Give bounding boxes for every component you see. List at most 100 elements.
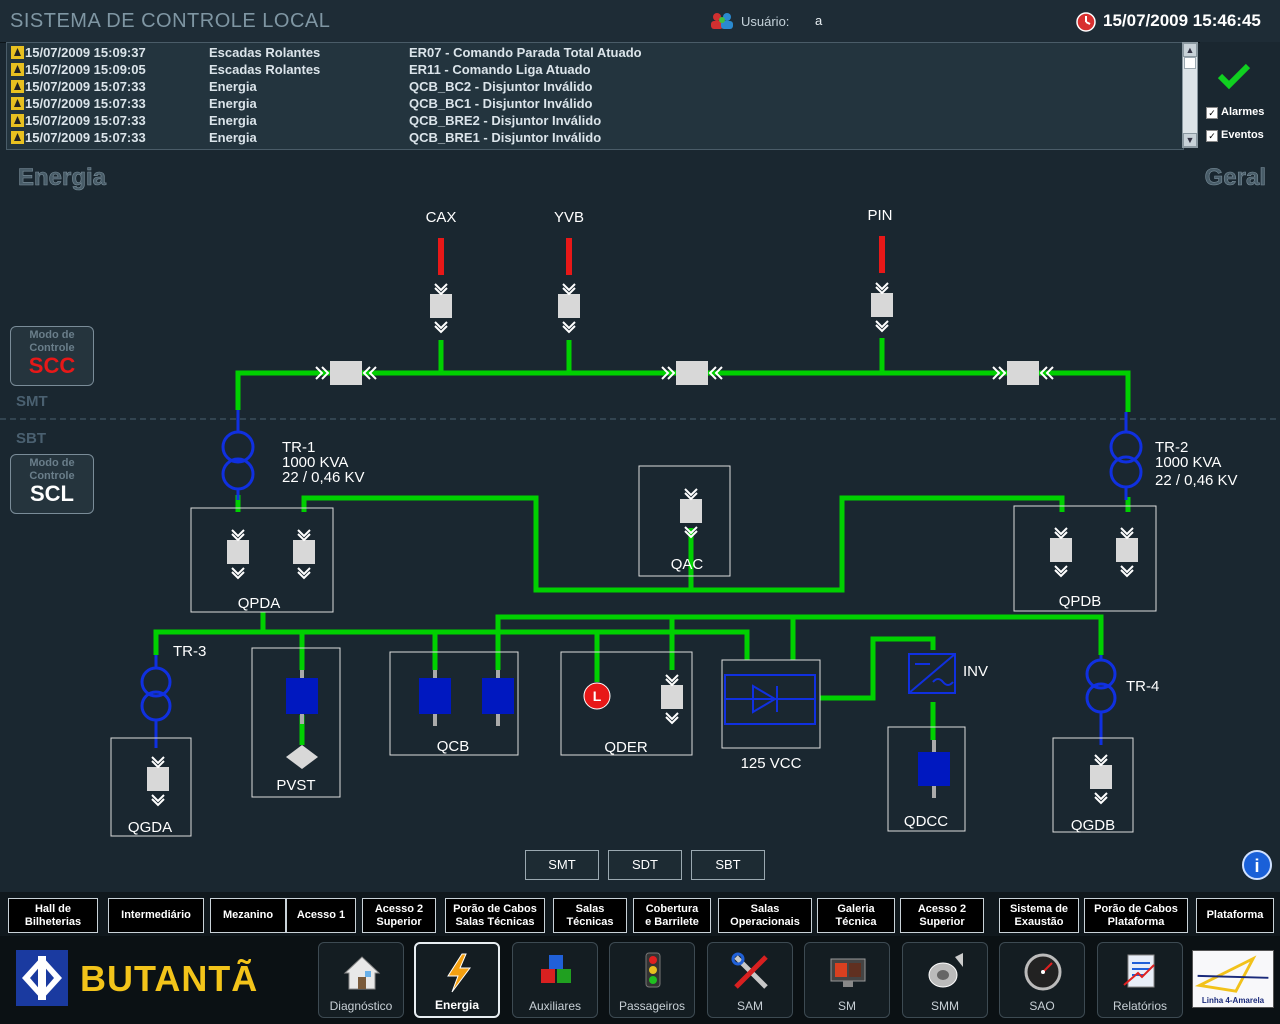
- acknowledge-check-icon[interactable]: [1217, 62, 1251, 90]
- scroll-up-button[interactable]: ▲: [1183, 43, 1197, 57]
- alarm-state-icon: [11, 63, 24, 76]
- toolbar-label: SMM: [931, 999, 959, 1013]
- area-button[interactable]: Cobertura e Barrilete: [633, 898, 711, 933]
- panel-pvst-label: PVST: [276, 777, 315, 794]
- tr3-name: TR-3: [173, 643, 206, 660]
- alarm-row[interactable]: 15/07/2009 15:07:33 Energia QCB_BC2 - Disj…: [7, 78, 1183, 95]
- area-button[interactable]: Intermediário: [108, 898, 204, 933]
- sbt-label: SBT: [16, 430, 46, 447]
- alarm-row[interactable]: 15/07/2009 15:09:05 Escadas Rolantes ER11 …: [7, 61, 1183, 78]
- top-bar: SISTEMA DE CONTROLE LOCAL Usuário: a 15/…: [0, 0, 1280, 43]
- inverter-inv-label: INV: [963, 663, 988, 680]
- area-button[interactable]: Mezanino: [210, 898, 286, 933]
- toolbar-label: Relatórios: [1112, 999, 1168, 1013]
- alarm-row[interactable]: 15/07/2009 15:07:33 Energia QCB_BC1 - Disj…: [7, 95, 1183, 112]
- scroll-thumb[interactable]: [1184, 57, 1196, 69]
- alarms-checkbox[interactable]: ✓ Alarmes: [1206, 106, 1264, 119]
- transformer-tr1: [221, 410, 255, 500]
- alarms-checkbox-label: Alarmes: [1221, 106, 1265, 118]
- toolbar-smm-button[interactable]: SMM: [902, 942, 988, 1018]
- toolbar-energia-button[interactable]: Energia: [414, 942, 500, 1018]
- alarm-message: QCB_BRE2 - Disjuntor Inválido: [409, 113, 602, 128]
- tr4-name: TR-4: [1126, 678, 1159, 695]
- area-button[interactable]: Hall de Bilheterias: [8, 898, 98, 933]
- panel-qcb-label: QCB: [437, 738, 470, 755]
- qder-local-marker: L: [593, 688, 602, 704]
- toolbar-label: Auxiliares: [528, 999, 582, 1013]
- toolbar-label: Passageiros: [618, 999, 686, 1013]
- control-mode-scl-value: SCL: [30, 481, 74, 506]
- panel-qpdb-label: QPDB: [1059, 593, 1102, 610]
- toolbar-sao-button[interactable]: SAO: [999, 942, 1085, 1018]
- cubes-icon: [541, 955, 571, 983]
- scroll-down-button[interactable]: ▼: [1183, 133, 1197, 147]
- monitor-icon: [830, 958, 866, 987]
- area-button[interactable]: Plataforma: [1196, 898, 1274, 933]
- alarm-message: QCB_BRE1 - Disjuntor Inválido: [409, 130, 602, 145]
- events-checkbox[interactable]: ✓ Eventos: [1206, 129, 1264, 142]
- users-icon: [711, 13, 733, 29]
- area-button[interactable]: Acesso 2 Superior: [362, 898, 436, 933]
- alarm-timestamp: 15/07/2009 15:09:05: [25, 62, 146, 77]
- area-button[interactable]: Salas Técnicas: [553, 898, 627, 933]
- panel-qac-label: QAC: [671, 556, 704, 573]
- breaker-pin: [870, 282, 894, 332]
- toolbar-sam-button[interactable]: SAM: [707, 942, 793, 1018]
- level-sbt-button[interactable]: SBT: [691, 850, 765, 880]
- toolbar-label: SAM: [736, 999, 763, 1013]
- system-title: SISTEMA DE CONTROLE LOCAL: [10, 10, 331, 32]
- alarm-state-icon: [11, 131, 24, 144]
- feeder-yvb: YVB: [554, 209, 584, 226]
- alarm-system: Energia: [209, 130, 257, 145]
- smt-label: SMT: [16, 393, 48, 410]
- area-button[interactable]: Sistema de Exaustão: [999, 898, 1079, 933]
- alarm-state-icon: [11, 46, 24, 59]
- area-button[interactable]: Porão de Cabos Plataforma: [1084, 898, 1188, 933]
- alarm-list[interactable]: 15/07/2009 15:09:37 Escadas Rolantes ER07 …: [6, 42, 1184, 150]
- line-4-label: Linha 4-Amarela: [1201, 996, 1265, 1005]
- alarm-system: Energia: [209, 113, 257, 128]
- panel-125vcc-label: 125 VCC: [741, 755, 802, 772]
- control-mode-scc-button[interactable]: Modo de Controle SCC: [10, 326, 94, 386]
- alarm-row[interactable]: 15/07/2009 15:09:37 Escadas Rolantes ER07 …: [7, 44, 1183, 61]
- toolbar-auxiliares-button[interactable]: Auxiliares: [512, 942, 598, 1018]
- svg-text:i: i: [1254, 856, 1259, 876]
- toolbar-relatorios-button[interactable]: Relatórios: [1097, 942, 1183, 1018]
- toolbar-diagnostico-button[interactable]: Diagnóstico: [318, 942, 404, 1018]
- user-value[interactable]: a: [815, 13, 822, 28]
- alarm-message: ER07 - Comando Parada Total Atuado: [409, 45, 642, 60]
- panel-125vcc: [721, 659, 821, 749]
- alarm-timestamp: 15/07/2009 15:09:37: [25, 45, 146, 60]
- level-sdt-button[interactable]: SDT: [608, 850, 682, 880]
- toolbar-passageiros-button[interactable]: Passageiros: [609, 942, 695, 1018]
- house-icon: [343, 956, 381, 990]
- alarm-message: QCB_BC2 - Disjuntor Inválido: [409, 79, 593, 94]
- toolbar-sm-button[interactable]: SM: [804, 942, 890, 1018]
- panel-qder-label: QDER: [604, 739, 648, 756]
- user-label: Usuário:: [741, 14, 790, 29]
- alarm-row[interactable]: 15/07/2009 15:07:33 Energia QCB_BRE2 - Dis…: [7, 112, 1183, 129]
- alarm-row[interactable]: 15/07/2009 15:07:33 Energia QCB_BRE1 - Dis…: [7, 129, 1183, 146]
- area-button[interactable]: Acesso 1: [286, 898, 356, 933]
- transformer-tr2: [1109, 412, 1143, 500]
- toolbar-label: SM: [838, 999, 856, 1013]
- transformer-tr4: [1085, 655, 1117, 745]
- alarm-system: Energia: [209, 79, 257, 94]
- level-smt-button[interactable]: SMT: [525, 850, 599, 880]
- alarm-message: QCB_BC1 - Disjuntor Inválido: [409, 96, 593, 111]
- area-button[interactable]: Acesso 2 Superior: [900, 898, 984, 933]
- area-button[interactable]: Porão de Cabos Salas Técnicas: [445, 898, 545, 933]
- alarm-scrollbar[interactable]: ▲ ▼: [1182, 42, 1198, 148]
- alarm-timestamp: 15/07/2009 15:07:33: [25, 96, 146, 111]
- alarm-timestamp: 15/07/2009 15:07:33: [25, 79, 146, 94]
- gauge-icon: [1024, 953, 1062, 991]
- panel-pvst: [251, 647, 341, 798]
- area-button[interactable]: Salas Operacionais: [718, 898, 812, 933]
- station-name: BUTANTÃ: [80, 958, 259, 999]
- control-mode-scl-button[interactable]: Modo de Controle SCL: [10, 454, 94, 514]
- feeder-cax: CAX: [426, 209, 457, 226]
- clock-icon: [1076, 12, 1096, 32]
- control-mode-scc-value: SCC: [28, 353, 76, 378]
- report-icon: [1123, 954, 1155, 988]
- area-button[interactable]: Galeria Técnica: [817, 898, 895, 933]
